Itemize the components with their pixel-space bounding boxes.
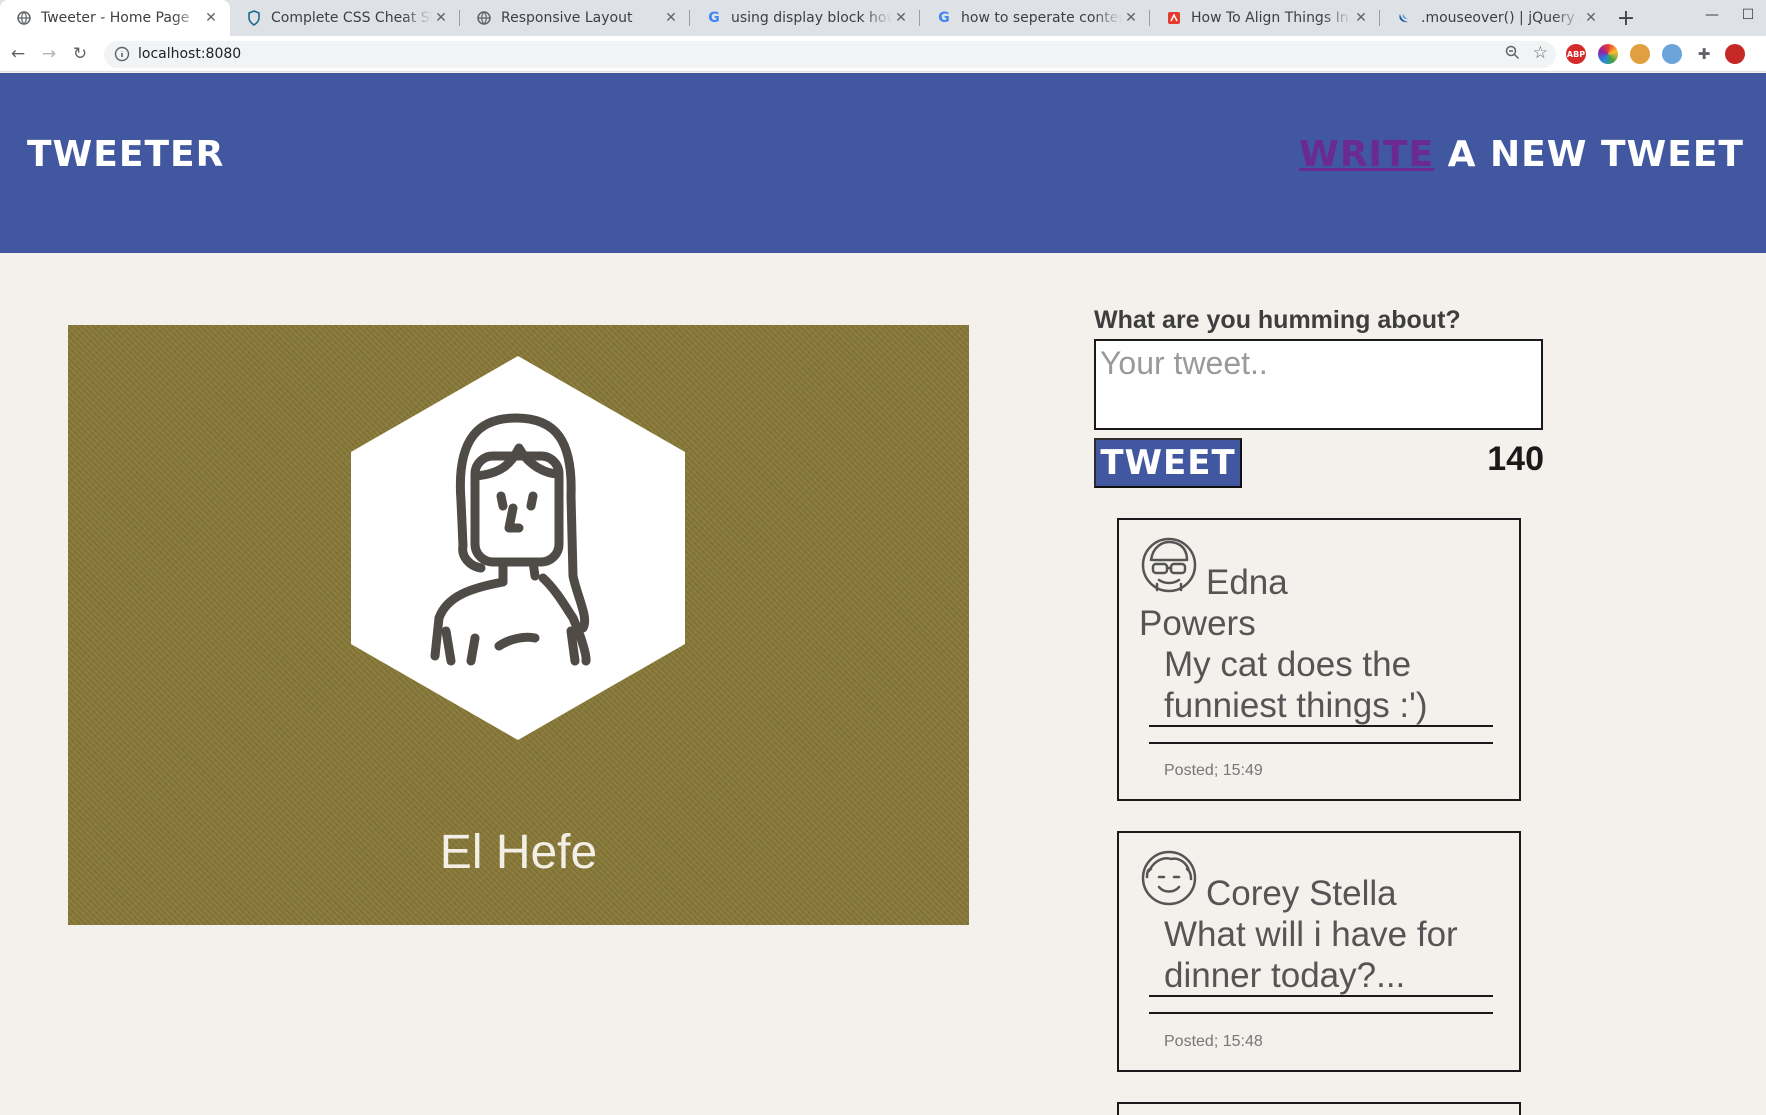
puzzle-icon[interactable]: ✚: [1694, 44, 1714, 64]
composer-label: What are you humming about?: [1094, 306, 1461, 334]
back-icon[interactable]: ←: [6, 42, 30, 66]
tab-title: using display block how: [731, 10, 892, 26]
tab-display-block[interactable]: G using display block how ✕: [690, 0, 920, 36]
new-tab-button[interactable]: +: [1610, 0, 1642, 36]
tweet-divider: [1149, 742, 1493, 744]
url-text: localhost:8080: [138, 46, 242, 62]
close-tab-icon[interactable]: ✕: [892, 10, 910, 26]
tweet-author: Edna: [1206, 563, 1288, 602]
tweet-timestamp: Posted; 15:49: [1164, 762, 1263, 779]
jquery-icon: [1396, 10, 1412, 26]
tweet-button[interactable]: TWEET: [1094, 438, 1242, 488]
tab-title: How To Align Things In CSS: [1191, 10, 1352, 26]
tab-title: Tweeter - Home Page: [41, 10, 190, 26]
maximize-icon[interactable]: ☐: [1730, 0, 1766, 30]
compose-link-rest: A NEW TWEET: [1434, 134, 1744, 175]
tab-responsive-layout[interactable]: Responsive Layout ✕: [460, 0, 690, 36]
tab-seperate-content[interactable]: G how to seperate content ✕: [920, 0, 1150, 36]
profile-name: El Hefe: [439, 826, 598, 879]
globe-icon: [16, 10, 32, 26]
tweet-author: Corey Stella: [1206, 874, 1397, 913]
tweet-text: dinner today?...: [1164, 956, 1406, 995]
minimize-icon[interactable]: —: [1694, 0, 1730, 30]
edge-icon[interactable]: [1662, 44, 1682, 64]
tweet-text: My cat does the: [1164, 645, 1412, 684]
bookmark-star-icon[interactable]: ☆: [1533, 43, 1548, 63]
reload-icon[interactable]: ↻: [68, 42, 92, 66]
google-icon: G: [938, 10, 950, 26]
tweet-divider: [1149, 995, 1493, 997]
tab-align-things[interactable]: How To Align Things In CSS ✕: [1150, 0, 1380, 36]
tab-jquery-mouseover[interactable]: .mouseover() | jQuery API ✕: [1380, 0, 1610, 36]
color-picker-icon[interactable]: [1598, 44, 1618, 64]
google-icon: G: [708, 10, 720, 26]
close-tab-icon[interactable]: ✕: [1352, 10, 1370, 26]
close-tab-icon[interactable]: ✕: [1122, 10, 1140, 26]
char-counter: 140: [1487, 440, 1544, 478]
zoom-icon[interactable]: [1505, 45, 1520, 64]
close-tab-icon[interactable]: ✕: [202, 10, 220, 26]
close-tab-icon[interactable]: ✕: [1582, 10, 1600, 26]
compose-toggle: WRITE A NEW TWEET: [1299, 134, 1744, 175]
tab-title: how to seperate content: [961, 10, 1122, 26]
adblock-icon[interactable]: ABP: [1566, 44, 1586, 64]
browser-toolbar: ← → ↻ localhost:8080 ☆ ABP ✚: [0, 36, 1766, 72]
tweet-text: What will i have for: [1164, 915, 1458, 954]
tab-tweeter-home[interactable]: Tweeter - Home Page ✕: [0, 0, 230, 36]
tweet-divider: [1149, 725, 1493, 727]
spider-icon[interactable]: [1725, 44, 1745, 64]
window-controls: — ☐: [1694, 0, 1766, 30]
forward-icon[interactable]: →: [37, 42, 61, 66]
cookie-icon[interactable]: [1630, 44, 1650, 64]
brand-logo[interactable]: TWEETER: [27, 134, 224, 175]
tweet-author: Powers: [1139, 604, 1256, 643]
glasses-avatar-icon: [1141, 537, 1197, 593]
tab-title: Complete CSS Cheat Sheet: [271, 10, 432, 26]
write-link[interactable]: WRITE: [1299, 134, 1434, 175]
tweet-timestamp: Posted; 15:48: [1164, 1033, 1263, 1050]
tweet-input[interactable]: [1094, 339, 1543, 430]
close-tab-icon[interactable]: ✕: [662, 10, 680, 26]
smile-avatar-icon: [1141, 850, 1197, 906]
tab-css-cheat-sheet[interactable]: Complete CSS Cheat Sheet ✕: [230, 0, 460, 36]
globe-icon: [476, 10, 492, 26]
profile-avatar: [351, 356, 685, 740]
tweet-text: funniest things :'): [1164, 686, 1428, 725]
tab-strip: Tweeter - Home Page ✕ Complete CSS Cheat…: [0, 0, 1766, 36]
tweet-card: Corey Stella What will i have for dinner…: [1117, 831, 1521, 1072]
shield-icon: [246, 10, 262, 26]
site-header: TWEETER WRITE A NEW TWEET: [0, 73, 1766, 253]
tweet-divider: [1149, 1012, 1493, 1014]
tweet-card: [1117, 1102, 1521, 1115]
smashing-icon: [1166, 10, 1182, 26]
profile-card: El Hefe: [68, 325, 969, 925]
address-bar[interactable]: localhost:8080 ☆: [104, 41, 1556, 68]
tab-title: Responsive Layout: [501, 10, 633, 26]
close-tab-icon[interactable]: ✕: [432, 10, 450, 26]
tab-title: .mouseover() | jQuery API: [1421, 10, 1582, 26]
tweet-card: Edna Powers My cat does the funniest thi…: [1117, 518, 1521, 801]
info-icon[interactable]: [114, 46, 130, 62]
